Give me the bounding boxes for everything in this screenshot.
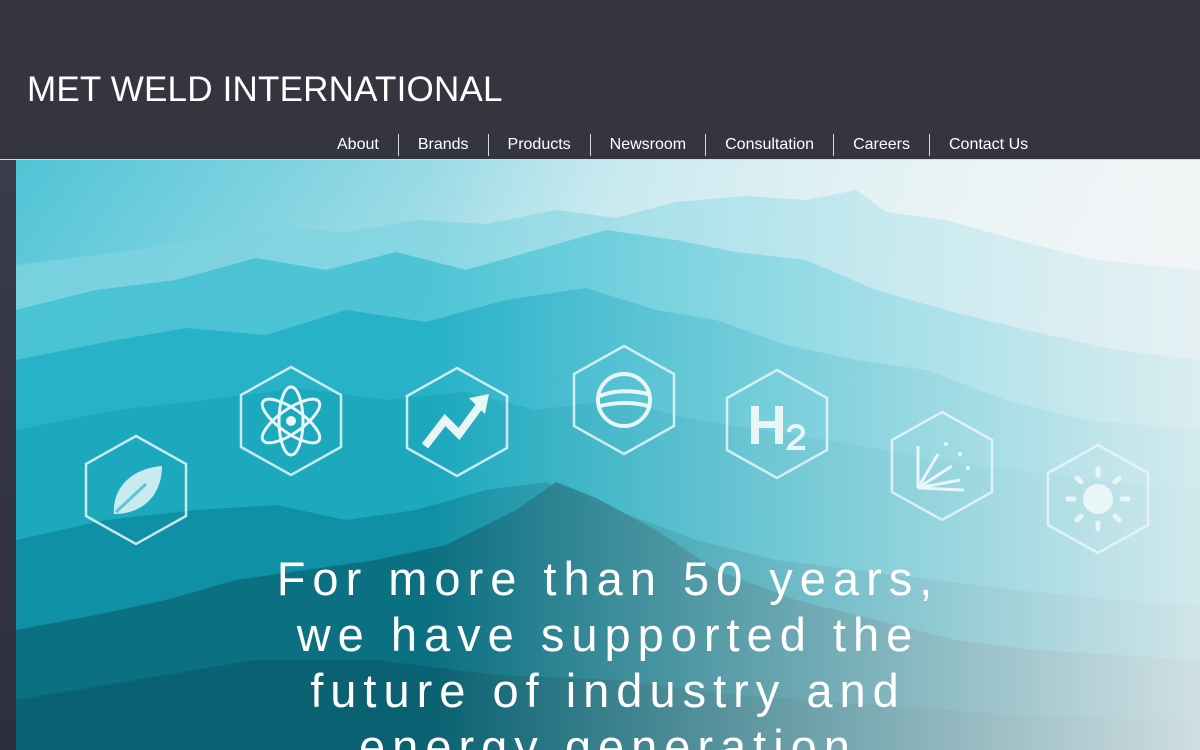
globe-icon (570, 344, 678, 456)
nav-item-contact-us[interactable]: Contact Us (928, 134, 1047, 156)
nav-item-newsroom[interactable]: Newsroom (589, 134, 705, 156)
sun-icon (1044, 443, 1152, 555)
nav-item-consultation[interactable]: Consultation (705, 134, 833, 156)
hero-banner: For more than 50 years, we have supporte… (16, 160, 1200, 750)
leaf-icon (82, 434, 190, 546)
spark-burst-icon (888, 410, 996, 522)
nav-item-about[interactable]: About (318, 134, 398, 156)
nav-item-brands[interactable]: Brands (397, 134, 488, 156)
hydrogen-icon (723, 368, 831, 480)
hero-headline-line-1: For more than 50 years, (276, 552, 940, 605)
rising-chart-icon (403, 366, 511, 478)
atom-icon (237, 365, 345, 477)
nav-item-careers[interactable]: Careers (833, 134, 929, 156)
hero-headline-line-3: future of industry and (310, 664, 906, 717)
site-header: MET WELD INTERNATIONAL About Brands Prod… (0, 0, 1200, 159)
hero-headline-line-4: energy generation (359, 720, 857, 750)
site-title[interactable]: MET WELD INTERNATIONAL (27, 70, 503, 110)
main-nav: About Brands Products Newsroom Consultat… (318, 133, 1047, 157)
nav-item-products[interactable]: Products (487, 134, 590, 156)
hero-headline-line-2: we have supported the (296, 608, 920, 661)
hero-headline: For more than 50 years, we have supporte… (16, 551, 1200, 750)
side-strip (0, 160, 16, 750)
